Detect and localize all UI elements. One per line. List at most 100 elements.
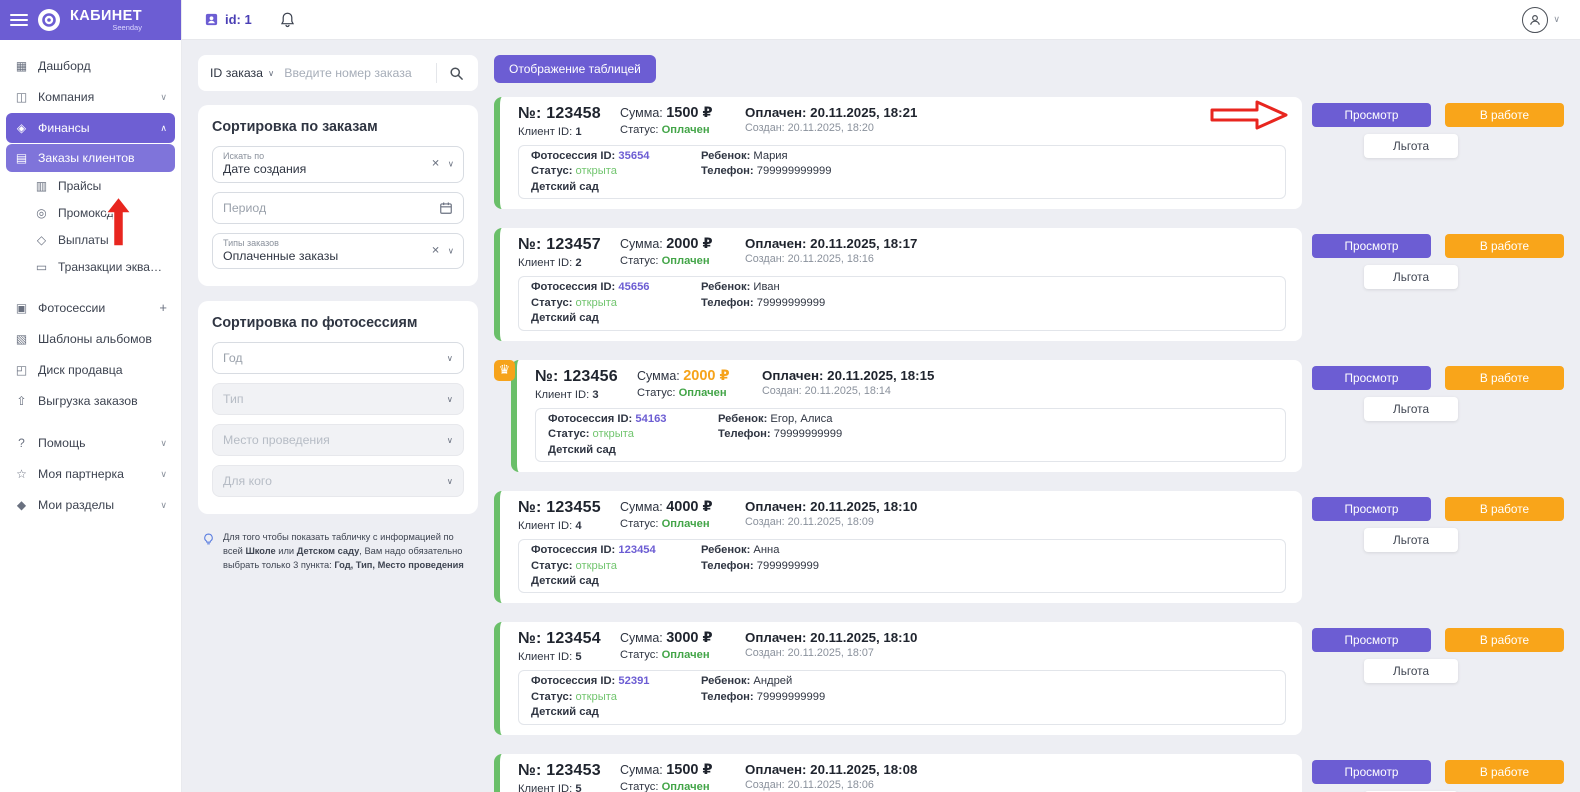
photosession-id-link[interactable]: 54163 [635, 413, 666, 425]
photosession-status-row: Статус: открыта [531, 296, 701, 311]
created-datetime: Создан: 20.11.2025, 18:14 [762, 385, 1286, 397]
search-by-select[interactable]: Искать по Дате создания ✕ ∨ [212, 146, 464, 183]
sidebar-item-help[interactable]: ? Помощь ∨ [6, 428, 175, 458]
nav-item-label: Дашборд [38, 59, 167, 73]
photosession-id-link[interactable]: 123454 [618, 544, 655, 556]
order-card: №: 123454 Клиент ID: 5 Сумма: 3000 ₽ Ста… [494, 622, 1302, 734]
order-list: ♛ №: 123458 Клиент ID: 1 Сумма: 1500 ₽ [494, 97, 1564, 792]
brand-subtitle: Seenday [70, 24, 142, 32]
benefit-button[interactable]: Льгота [1364, 265, 1458, 289]
view-button[interactable]: Просмотр [1312, 103, 1431, 127]
sidebar-item-my-sections[interactable]: ◆ Мои разделы ∨ [6, 490, 175, 520]
in-work-button[interactable]: В работе [1445, 760, 1564, 784]
order-types-select[interactable]: Типы заказов Оплаченные заказы ✕ ∨ [212, 233, 464, 270]
nav-item-label: Транзакции эквайринга [58, 260, 167, 274]
sidebar-item-my-partner[interactable]: ☆ Моя партнерка ∨ [6, 459, 175, 489]
benefit-button[interactable]: Льгота [1364, 397, 1458, 421]
account-menu[interactable]: ∨ [1522, 7, 1560, 33]
sidebar-item-prices[interactable]: ▥ Прайсы [26, 173, 175, 199]
view-button[interactable]: Просмотр [1312, 366, 1431, 390]
photosessions-sort-card: Сортировка по фотосессиям Год ∨ Тип ∨ [198, 301, 478, 514]
client-id: Клиент ID: 1 [518, 126, 620, 138]
chevron-down-icon[interactable]: ∨ [1553, 14, 1560, 25]
period-input[interactable]: Период [212, 192, 464, 224]
search-field-select[interactable]: ID заказа ∨ [210, 66, 274, 80]
order-card: №: 123456 Клиент ID: 3 Сумма: 2000 ₽ Ста… [511, 360, 1302, 472]
filters-panel: ID заказа ∨ Сортировка по заказам Искать [198, 55, 478, 792]
photosession-id-row: Фотосессия ID: 35654 [531, 149, 701, 164]
view-button[interactable]: Просмотр [1312, 497, 1431, 521]
place-name: Детский сад [531, 574, 701, 589]
in-work-button[interactable]: В работе [1445, 497, 1564, 521]
plus-icon[interactable]: + [159, 300, 167, 315]
view-button[interactable]: Просмотр [1312, 628, 1431, 652]
topbar: id: 1 ∨ [182, 0, 1580, 40]
sidebar-item-client-orders[interactable]: ▤ Заказы клиентов [6, 144, 175, 172]
sidebar-item-seller-disk[interactable]: ◰ Диск продавца [6, 355, 175, 385]
company-icon: ◫ [14, 90, 29, 104]
crown-icon: ♛ [494, 360, 515, 381]
view-button[interactable]: Просмотр [1312, 234, 1431, 258]
sidebar-item-finances[interactable]: ◈ Финансы ∧ [6, 113, 175, 143]
sidebar-item-dashboard[interactable]: ▦ Дашборд [6, 51, 175, 81]
sidebar-item-photosessions[interactable]: ▣ Фотосессии + [6, 292, 175, 323]
photosession-status-row: Статус: открыта [531, 164, 701, 179]
phone-row: Телефон: 799999999999 [701, 164, 1273, 179]
hint-bulb-icon [202, 533, 215, 573]
orders-sort-card: Сортировка по заказам Искать по Дате соз… [198, 105, 478, 286]
phone-row: Телефон: 79999999999 [718, 427, 1273, 442]
photosession-id-link[interactable]: 45656 [618, 281, 649, 293]
user-avatar-icon[interactable] [1522, 7, 1548, 33]
paid-datetime: Оплачен: 20.11.2025, 18:17 [745, 236, 1286, 251]
phone-number: 79999999999 [774, 428, 842, 440]
client-orders-icon: ▤ [14, 151, 29, 165]
nav-item-label: Финансы [38, 121, 151, 135]
venue-select[interactable]: Место проведения ∨ [212, 424, 464, 456]
type-select[interactable]: Тип ∨ [212, 383, 464, 415]
for-whom-select[interactable]: Для кого ∨ [212, 465, 464, 497]
user-id-badge: id: 1 [204, 12, 252, 27]
photosession-details: Фотосессия ID: 35654 Статус: открыта Дет… [518, 145, 1286, 199]
sidebar-item-orders-export[interactable]: ⇧ Выгрузка заказов [6, 386, 175, 416]
sidebar-header: КАБИНЕТ Seenday [0, 0, 181, 40]
view-button[interactable]: Просмотр [1312, 760, 1431, 784]
order-number: №: 123457 [518, 236, 620, 254]
sidebar-item-company[interactable]: ◫ Компания ∨ [6, 82, 175, 112]
sidebar-item-promocodes[interactable]: ◎ Промокоды [26, 200, 175, 226]
paid-datetime: Оплачен: 20.11.2025, 18:15 [762, 368, 1286, 383]
sidebar-item-payouts[interactable]: ◇ Выплаты [26, 227, 175, 253]
order-status: Статус: Оплачен [620, 124, 745, 136]
in-work-button[interactable]: В работе [1445, 366, 1564, 390]
child-row: Ребенок: Анна [701, 543, 1273, 558]
dashboard-icon: ▦ [14, 59, 29, 73]
photosession-id-link[interactable]: 35654 [618, 150, 649, 162]
app-window: КАБИНЕТ Seenday ▦ Дашборд ◫ Компания ∨ [0, 0, 1580, 792]
benefit-button[interactable]: Льгота [1364, 659, 1458, 683]
chevron-down-icon: ∨ [448, 245, 454, 256]
benefit-button[interactable]: Льгота [1364, 528, 1458, 552]
clear-icon[interactable]: ✕ [431, 245, 439, 256]
nav-item-label: Мои разделы [38, 498, 151, 512]
in-work-button[interactable]: В работе [1445, 628, 1564, 652]
phone-row: Телефон: 79999999999 [701, 690, 1273, 705]
year-select[interactable]: Год ∨ [212, 342, 464, 374]
table-view-button[interactable]: Отображение таблицей [494, 55, 656, 83]
sidebar-item-album-templates[interactable]: ▧ Шаблоны альбомов [6, 324, 175, 354]
created-datetime: Создан: 20.11.2025, 18:06 [745, 779, 1286, 791]
sidebar-item-acquiring-transactions[interactable]: ▭ Транзакции эквайринга [26, 254, 175, 280]
notifications-bell-icon[interactable] [280, 12, 295, 28]
photosession-id-link[interactable]: 52391 [618, 675, 649, 687]
nav-item-label: Заказы клиентов [38, 151, 167, 165]
in-work-button[interactable]: В работе [1445, 103, 1564, 127]
benefit-button[interactable]: Льгота [1364, 134, 1458, 158]
order-search-input[interactable] [284, 66, 426, 80]
clear-icon[interactable]: ✕ [431, 159, 439, 170]
photosession-id-row: Фотосессия ID: 45656 [531, 280, 701, 295]
acquiring-transactions-icon: ▭ [34, 260, 49, 274]
hamburger-menu-icon[interactable] [10, 14, 28, 26]
search-button[interactable] [447, 64, 466, 83]
in-work-button[interactable]: В работе [1445, 234, 1564, 258]
order-types-value: Оплаченные заказы [223, 249, 453, 264]
nav-item-label: Шаблоны альбомов [38, 332, 167, 346]
my-sections-icon: ◆ [14, 498, 29, 512]
